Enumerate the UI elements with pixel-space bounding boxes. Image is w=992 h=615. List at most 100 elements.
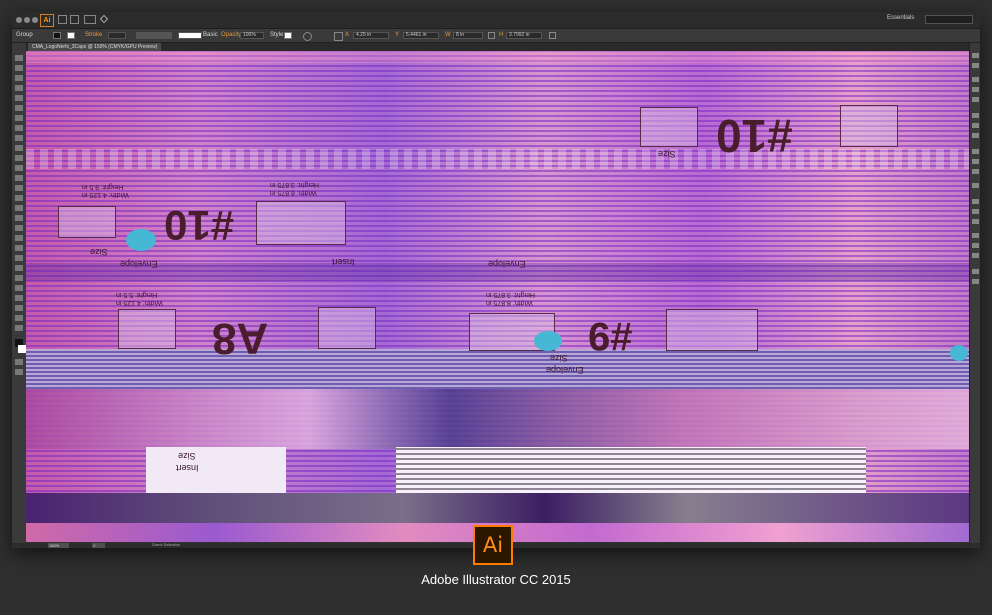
w-field[interactable]: 8 in xyxy=(453,32,483,39)
envelope-graphic xyxy=(256,201,346,245)
opacity-label[interactable]: Opacity xyxy=(221,29,241,42)
paragraph-panel-icon[interactable] xyxy=(972,209,979,214)
transform-icon[interactable] xyxy=(549,32,556,39)
direct-selection-tool-icon[interactable] xyxy=(15,65,23,71)
height-label: Height: 3.875 in xyxy=(486,291,536,298)
fill-swatch[interactable] xyxy=(53,32,61,39)
document-tab-bar: CMA_LogoNerfs_3Caps @ 150% (CMYK/GPU Pre… xyxy=(26,43,969,51)
graphic-styles-panel-icon[interactable] xyxy=(972,159,979,164)
hand-tool-icon[interactable] xyxy=(15,315,23,321)
h-field[interactable]: 3.7992 in xyxy=(506,32,542,39)
gpu-performance-icon[interactable] xyxy=(99,14,109,24)
gradient-tool-icon[interactable] xyxy=(15,245,23,251)
color-guide-panel-icon[interactable] xyxy=(972,63,979,68)
stock-icon[interactable] xyxy=(70,15,79,24)
variable-width-profile[interactable] xyxy=(136,32,172,39)
envelope-word: Envelope xyxy=(488,259,526,269)
stroke-weight-field[interactable] xyxy=(108,32,126,39)
stroke-color-icon[interactable] xyxy=(18,345,26,353)
brushes-panel-icon[interactable] xyxy=(972,87,979,92)
curvature-tool-icon[interactable] xyxy=(15,105,23,111)
artboard-number-field[interactable]: 1 xyxy=(92,543,105,548)
opacity-field[interactable]: 100% xyxy=(240,32,264,39)
envelope-word: Envelope xyxy=(120,259,158,269)
screen-mode-icon[interactable] xyxy=(15,369,23,375)
perspective-grid-tool-icon[interactable] xyxy=(15,225,23,231)
pen-tool-icon[interactable] xyxy=(15,95,23,101)
envelope-graphic xyxy=(666,309,758,351)
zoom-window-icon[interactable] xyxy=(32,17,38,23)
pencil-tool-icon[interactable] xyxy=(15,155,23,161)
zoom-field[interactable]: 150% xyxy=(48,543,69,548)
slice-tool-icon[interactable] xyxy=(15,305,23,311)
layers-panel-icon[interactable] xyxy=(972,169,979,174)
y-field[interactable]: 5.4461 in xyxy=(403,32,439,39)
badge-dot xyxy=(950,345,968,361)
color-panel-icon[interactable] xyxy=(972,53,979,58)
illustrator-window: Ai Essentials Group Stroke Basic Opacity… xyxy=(12,12,980,548)
stroke-panel-icon[interactable] xyxy=(972,113,979,118)
x-field[interactable]: 4.25 in xyxy=(353,32,389,39)
app-icon: Ai xyxy=(40,14,54,27)
links-panel-icon[interactable] xyxy=(972,279,979,284)
stroke-swatch[interactable] xyxy=(67,32,75,39)
recolor-artwork-icon[interactable] xyxy=(303,32,312,41)
minimize-window-icon[interactable] xyxy=(24,17,30,23)
artboard-tool-icon[interactable] xyxy=(15,295,23,301)
width-label: Width: 4.125 in xyxy=(82,191,129,198)
gradient-panel-icon[interactable] xyxy=(972,123,979,128)
pathfinder-panel-icon[interactable] xyxy=(972,243,979,248)
artboard-canvas[interactable]: #10 #10 A8 #9 Height: 9.5 in Width: 4.12… xyxy=(26,51,969,542)
swatches-panel-icon[interactable] xyxy=(972,77,979,82)
drawing-mode-icon[interactable] xyxy=(15,359,23,365)
search-input[interactable] xyxy=(925,15,973,24)
symbol-sprayer-tool-icon[interactable] xyxy=(15,275,23,281)
width-tool-icon[interactable] xyxy=(15,195,23,201)
rectangle-tool-icon[interactable] xyxy=(15,135,23,141)
stroke-label[interactable]: Stroke xyxy=(85,29,102,42)
type-tool-icon[interactable] xyxy=(15,115,23,121)
appearance-panel-icon[interactable] xyxy=(972,149,979,154)
character-panel-icon[interactable] xyxy=(972,199,979,204)
envelope-number-label: #9 xyxy=(588,314,633,358)
blend-tool-icon[interactable] xyxy=(15,265,23,271)
eraser-tool-icon[interactable] xyxy=(15,165,23,171)
align-icon[interactable] xyxy=(334,32,343,41)
envelope-number-label: #10 xyxy=(164,202,235,249)
align-panel-icon[interactable] xyxy=(972,233,979,238)
scale-tool-icon[interactable] xyxy=(15,185,23,191)
badge-dot xyxy=(534,331,562,351)
brush-definition[interactable] xyxy=(178,32,202,39)
graphic-style-swatch[interactable] xyxy=(284,32,292,39)
arrange-documents-icon[interactable] xyxy=(84,15,96,24)
lasso-tool-icon[interactable] xyxy=(15,85,23,91)
bridge-icon[interactable] xyxy=(58,15,67,24)
document-tab[interactable]: CMA_LogoNerfs_3Caps @ 150% (CMYK/GPU Pre… xyxy=(28,43,162,51)
size-word: Size xyxy=(90,247,108,257)
eyedropper-tool-icon[interactable] xyxy=(15,255,23,261)
transform-panel-icon[interactable] xyxy=(972,253,979,258)
title-bar: Ai Essentials xyxy=(12,12,980,29)
free-transform-tool-icon[interactable] xyxy=(15,205,23,211)
selection-tool-icon[interactable] xyxy=(15,55,23,61)
rotate-tool-icon[interactable] xyxy=(15,175,23,181)
insert-word: Insert xyxy=(332,257,355,267)
line-tool-icon[interactable] xyxy=(15,125,23,131)
artboards-panel-icon[interactable] xyxy=(972,183,979,188)
shape-builder-tool-icon[interactable] xyxy=(15,215,23,221)
symbols-panel-icon[interactable] xyxy=(972,97,979,102)
transparency-panel-icon[interactable] xyxy=(972,133,979,138)
envelope-graphic xyxy=(118,309,176,349)
opentype-panel-icon[interactable] xyxy=(972,219,979,224)
mesh-tool-icon[interactable] xyxy=(15,235,23,241)
constrain-proportions-icon[interactable] xyxy=(488,32,495,39)
graph-tool-icon[interactable] xyxy=(15,285,23,291)
zoom-tool-icon[interactable] xyxy=(15,325,23,331)
paintbrush-tool-icon[interactable] xyxy=(15,145,23,151)
libraries-panel-icon[interactable] xyxy=(972,269,979,274)
illustrator-logo: Ai xyxy=(473,525,513,565)
workspace-switcher[interactable]: Essentials xyxy=(887,15,914,21)
current-tool-status[interactable]: Direct Selection xyxy=(152,542,180,547)
magic-wand-tool-icon[interactable] xyxy=(15,75,23,81)
close-window-icon[interactable] xyxy=(16,17,22,23)
